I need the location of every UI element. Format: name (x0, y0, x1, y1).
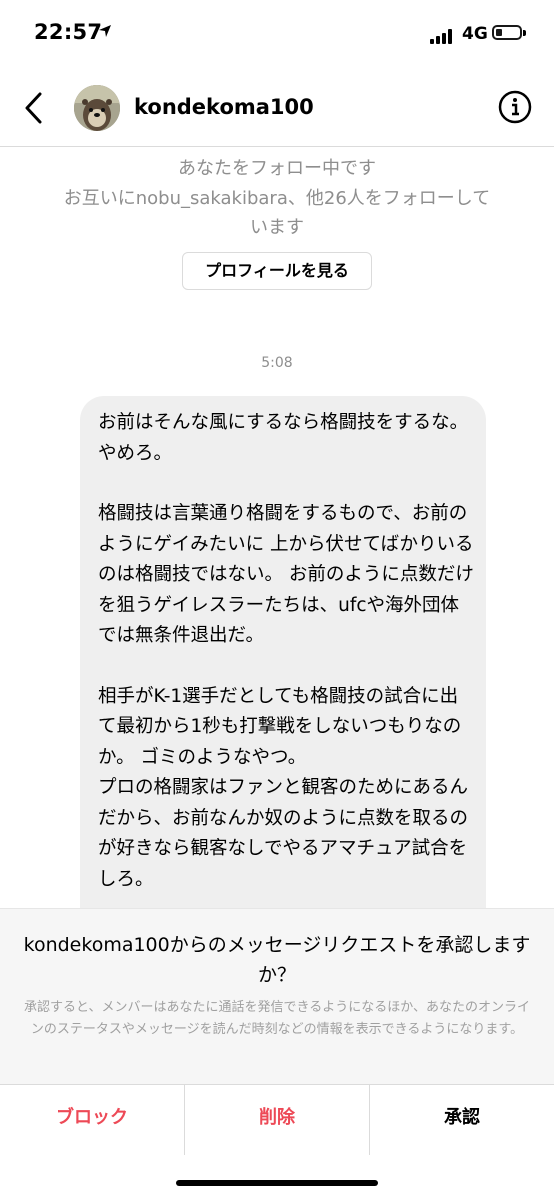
mutual-followers-line2: います (250, 217, 304, 238)
message-paragraph: 相手がK-1選手だとしても格闘技の試合に出て最初から1秒も打撃戦をしないつもりな… (98, 685, 462, 768)
signal-icon (430, 28, 456, 44)
chat-header: kondekoma100 (0, 70, 554, 147)
mutual-followers-line1: お互いにnobu_sakakibara、他26人をフォローして (63, 188, 491, 209)
accept-button[interactable]: 承認 (370, 1085, 554, 1155)
message-paragraph: プロの格闘家はファンと観客のためにあるんだから、お前なんか奴のように点数を取るの… (98, 777, 469, 890)
chevron-left-icon[interactable] (20, 90, 50, 126)
status-time: 22:57 (34, 20, 103, 44)
battery-icon (492, 25, 522, 40)
otter-avatar-image (74, 85, 120, 131)
view-profile-button[interactable]: プロフィールを見る (182, 252, 372, 290)
message-paragraph: お前はそんな風にするなら格闘技をするな。 やめろ。 (98, 412, 469, 464)
battery-cap (523, 30, 526, 36)
message-request-sheet: kondekoma100からのメッセージリクエストを承認しますか？ 承認すると、… (0, 908, 554, 1085)
chat-username[interactable]: kondekoma100 (134, 95, 314, 119)
request-description: 承認すると、メンバーはあなたに通話を発信できるようになるほか、あなたのオンライン… (24, 1000, 530, 1037)
home-indicator[interactable] (176, 1180, 378, 1186)
message-timestamp: 5:08 (261, 355, 293, 371)
message-text: お前はそんな風にするなら格闘技をするな。 やめろ。 格闘技は言葉通り格闘をするも… (98, 408, 474, 925)
status-bar: 22:57 4G (0, 0, 554, 70)
following-status: あなたをフォロー中です (178, 158, 376, 179)
location-arrow-icon (99, 25, 111, 37)
avatar[interactable] (74, 85, 120, 131)
message-paragraph: 格闘技は言葉通り格闘をするもので、お前のようにゲイみたいに 上から伏せてばかりい… (98, 503, 474, 646)
request-actions: ブロック 削除 承認 (0, 1084, 554, 1155)
network-type: 4G (462, 24, 488, 44)
request-title: kondekoma100からのメッセージリクエストを承認しますか？ (23, 934, 531, 986)
info-circle-icon[interactable] (498, 90, 532, 124)
delete-button[interactable]: 削除 (185, 1085, 370, 1155)
mutual-followers: お互いにnobu_sakakibara、他26人をフォローして います (20, 184, 534, 242)
block-button[interactable]: ブロック (0, 1085, 185, 1155)
